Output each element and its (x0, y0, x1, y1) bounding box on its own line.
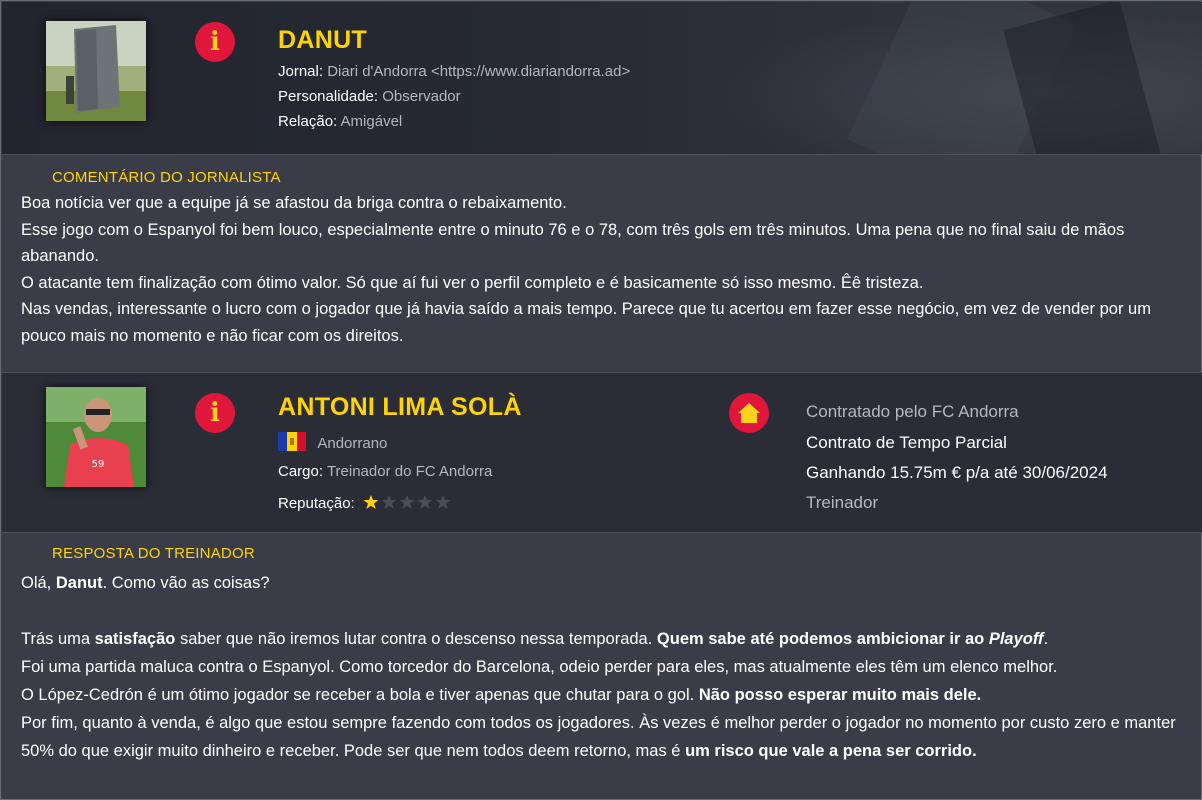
nationality-value[interactable]: Andorrano (317, 435, 387, 452)
star-empty-icon (399, 495, 415, 509)
comment-line: O atacante tem finalização com ótimo val… (21, 273, 924, 292)
journalist-photo-image (46, 21, 146, 121)
personality-row: Personalidade: Observador (278, 88, 461, 105)
reply-greeting: Olá, Danut. Como vão as coisas? (21, 574, 270, 592)
journal-value[interactable]: Diari d'Andorra <https://www.diariandorr… (327, 63, 630, 80)
nationality-row: Andorrano (278, 432, 387, 452)
reply-paragraph: Foi uma partida maluca contra o Espanyol… (21, 658, 1058, 676)
contract-position: Treinador (806, 493, 879, 512)
reply-section-label: RESPOSTA DO TREINADOR (52, 545, 255, 562)
star-empty-icon (381, 495, 397, 509)
journalist-comment: Boa notícia ver que a equipe já se afast… (21, 190, 1191, 349)
journal-row: Jornal: Diari d'Andorra <https://www.dia… (278, 63, 630, 80)
home-glyph (738, 403, 760, 423)
info-icon[interactable]: i (195, 393, 235, 433)
contract-type: Contrato de Tempo Parcial (806, 433, 1007, 452)
coach-name: ANTONI LIMA SOLÀ (278, 393, 522, 421)
reply-paragraph: Por fim, quanto à venda, é algo que esto… (21, 714, 1176, 760)
window-frame: i DANUT Jornal: Diari d'Andorra <https:/… (0, 0, 1202, 800)
reputation-row: Reputação: (278, 494, 451, 512)
comment-line: Nas vendas, interessante o lucro com o j… (21, 300, 1151, 345)
relation-label: Relação: (278, 113, 338, 130)
coach-photo-image: 59 (46, 387, 146, 487)
journalist-name: DANUT (278, 26, 367, 54)
info-icon[interactable]: i (195, 22, 235, 62)
reply-paragraph: O López-Cedrón é um ótimo jogador se rec… (21, 686, 982, 704)
role-label: Cargo: (278, 463, 324, 480)
contract-salary: Ganhando 15.75m € p/a até 30/06/2024 (806, 463, 1108, 482)
contract-hired-by[interactable]: Contratado pelo FC Andorra (806, 402, 1019, 422)
reply-paragraph: Trás uma satisfação saber que não iremos… (21, 630, 1049, 648)
coach-photo[interactable]: 59 (46, 387, 146, 487)
journalist-photo[interactable] (46, 21, 146, 121)
star-empty-icon (435, 495, 451, 509)
journalist-header: i DANUT Jornal: Diari d'Andorra <https:/… (2, 2, 1202, 155)
coach-panel: 59 i ANTONI LIMA SOLÀ Andorrano Cargo: T… (2, 372, 1202, 533)
reputation-label: Reputação: (278, 495, 355, 512)
svg-text:59: 59 (92, 459, 105, 470)
comment-line: Esse jogo com o Espanyol foi bem louco, … (21, 220, 1125, 266)
journal-label: Jornal: (278, 63, 324, 80)
relation-row: Relação: Amigável (278, 113, 402, 130)
relation-value: Amigável (340, 113, 403, 130)
personality-label: Personalidade: (278, 88, 379, 105)
comment-line: Boa notícia ver que a equipe já se afast… (21, 194, 567, 212)
comment-section-label: COMENTÁRIO DO JORNALISTA (52, 169, 281, 186)
coach-reply: Olá, Danut. Como vão as coisas? Trás uma… (21, 569, 1191, 765)
star-filled-icon (363, 495, 379, 509)
role-row: Cargo: Treinador do FC Andorra (278, 463, 492, 480)
reputation-stars (363, 494, 451, 510)
personality-value: Observador (382, 88, 461, 105)
star-empty-icon (417, 495, 433, 509)
home-icon[interactable] (729, 393, 769, 433)
role-value[interactable]: Treinador do FC Andorra (327, 463, 492, 480)
andorra-flag-icon (278, 432, 306, 451)
